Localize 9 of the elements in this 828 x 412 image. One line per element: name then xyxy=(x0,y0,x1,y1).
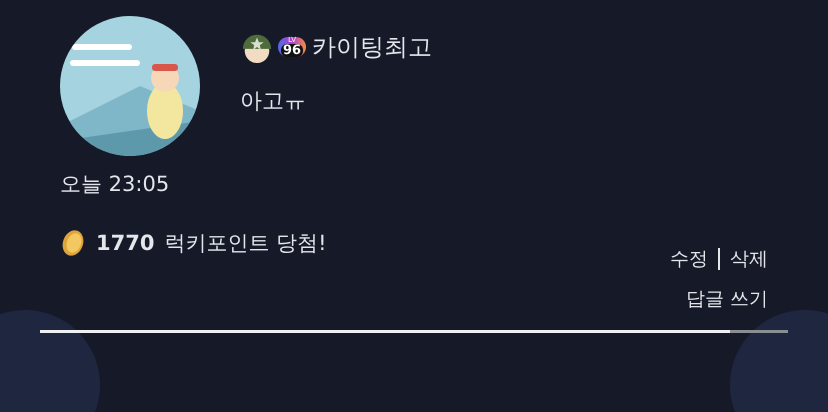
reward-message: 럭키포인트 당첨! xyxy=(164,230,327,257)
reply-link[interactable]: 답글 쓰기 xyxy=(686,286,768,312)
author-name[interactable]: 카이팅최고 xyxy=(312,31,432,63)
action-link[interactable]: 수정 xyxy=(670,246,708,272)
comment-time: 오늘 23:05 xyxy=(60,171,170,198)
action-link[interactable]: 삭제 xyxy=(730,246,768,272)
point-amount: 1770 xyxy=(96,231,154,255)
comment-text: 아고ㅠ xyxy=(240,88,307,116)
coin-icon xyxy=(60,228,86,258)
